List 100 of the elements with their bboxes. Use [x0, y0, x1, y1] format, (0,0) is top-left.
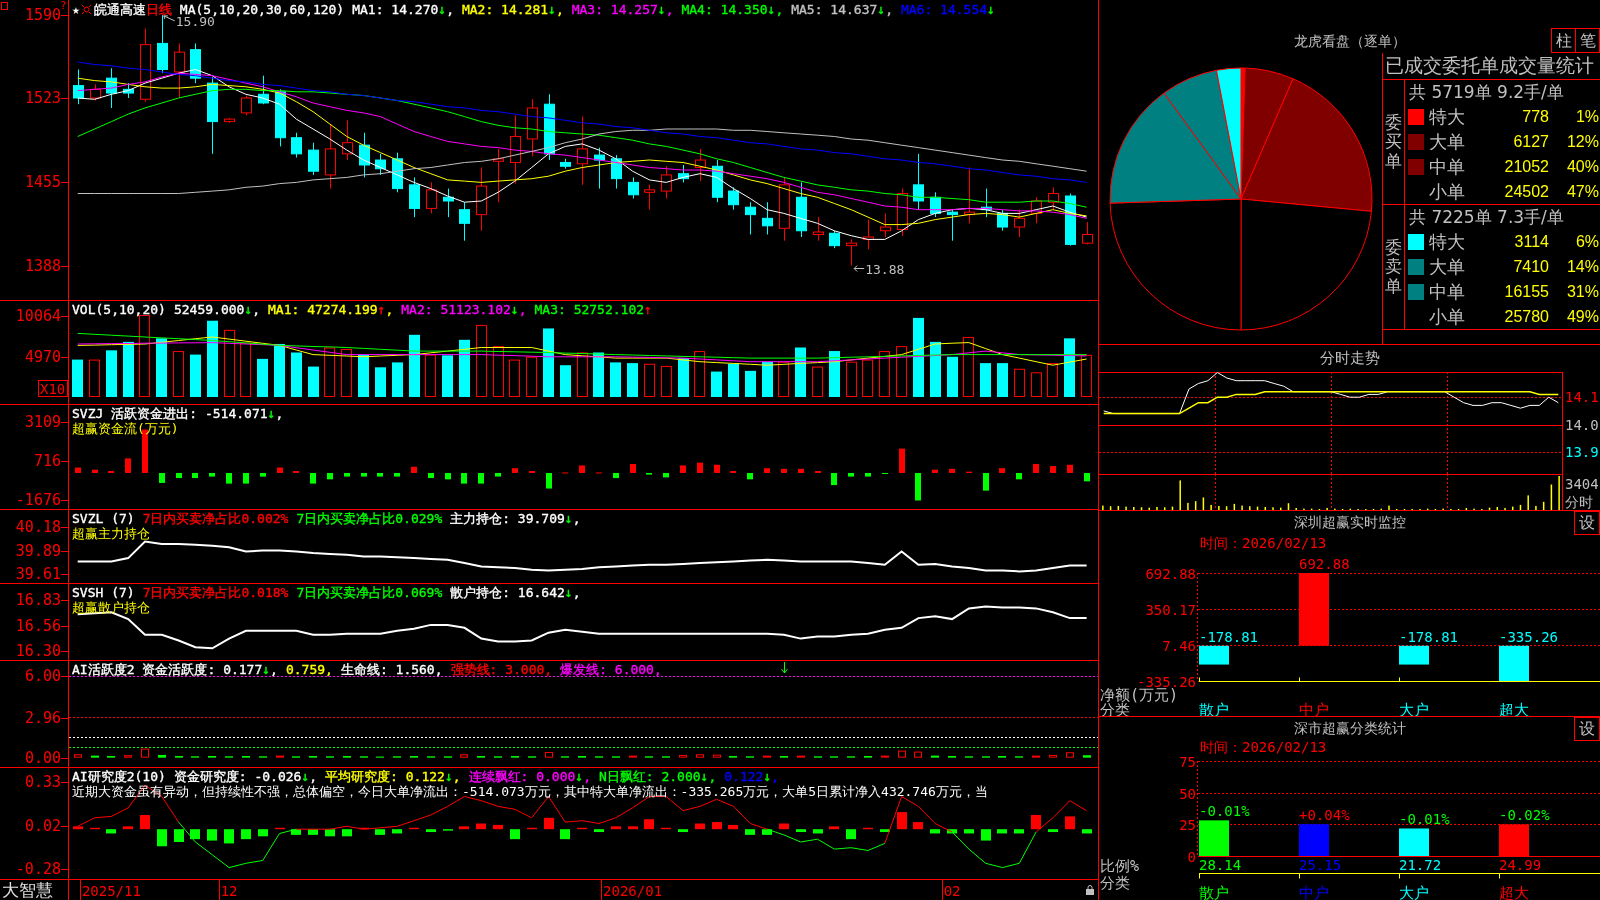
- order-share: 40%: [1565, 157, 1599, 176]
- legend-item: 资金活跃度: 0.177↓,: [142, 662, 278, 677]
- axis-label: 13.9: [1565, 444, 1599, 461]
- legend-item: AI研究度2(10): [72, 769, 166, 784]
- value-label: 25.15: [1299, 857, 1342, 873]
- side-label: 委买单: [1385, 112, 1402, 172]
- value-label: -178.81: [1199, 628, 1258, 645]
- axis-title: 分类: [1100, 874, 1130, 892]
- legend-item: MA1: 14.270↓,: [352, 2, 454, 17]
- legend-item: MA5: 14.637↓,: [791, 2, 893, 17]
- unit-label: X10: [38, 380, 68, 397]
- value-label: 692.88: [1299, 556, 1350, 572]
- order-share: 14%: [1565, 257, 1599, 276]
- axis-label: -1676: [15, 491, 61, 509]
- axis-label: 0.02: [24, 817, 61, 836]
- order-volume: 24502: [1503, 182, 1549, 201]
- legend-item: VOL(5,10,20): [72, 302, 166, 317]
- date-label: 02: [943, 883, 961, 899]
- order-share: 31%: [1565, 282, 1599, 301]
- question-mark: ?: [60, 0, 67, 12]
- value-label: -178.81: [1399, 628, 1458, 645]
- legend-item: 7日内买卖净占比0.069%: [296, 585, 443, 600]
- legend-item: 7日内买卖净占比0.002%: [142, 511, 289, 526]
- order-summary: 共 5719单 9.2手/单: [1408, 81, 1565, 104]
- axis-label: 40.18: [15, 517, 61, 536]
- legend-item: 连续飘红: 0.000↓,: [468, 769, 591, 784]
- order-share: 1%: [1574, 107, 1599, 126]
- category-label: 超大: [1499, 884, 1529, 900]
- side-label: 委卖单: [1385, 237, 1402, 297]
- axis-label: 0.33: [24, 773, 61, 792]
- legend-item: MA3: 52752.102↑: [534, 302, 652, 317]
- axis-label: 10064: [15, 307, 61, 325]
- panel-title: 龙虎看盘（逐单）: [1293, 32, 1406, 51]
- legend-item: N日飘红: 2.000↓,: [599, 769, 717, 784]
- legend-item: MA2: 14.281↓,: [461, 2, 564, 17]
- legend-item: 主力持仓: 39.709↓,: [450, 511, 581, 526]
- axis-label: 0.00: [24, 748, 61, 767]
- annotation: 13.88: [865, 261, 905, 277]
- axis-label: 25: [1179, 816, 1196, 833]
- legend-item: MA(5,10,20,30,60,120): [179, 2, 345, 17]
- value-label: 21.72: [1399, 857, 1442, 873]
- date-label: 2025/11: [81, 883, 141, 899]
- date-label: 2026/01: [603, 883, 663, 899]
- axis-label: 39.61: [15, 564, 61, 583]
- panel-title: 深市超赢分类统计: [1293, 720, 1406, 738]
- axis-label: 6.00: [24, 667, 61, 686]
- change-label: -0.02%: [1499, 807, 1550, 824]
- category-label: 中户: [1299, 884, 1329, 900]
- indicator-subtitle: 超赢资金流(万元): [72, 421, 179, 436]
- order-type: 中单: [1429, 154, 1466, 179]
- table-heading: 已成交委托单成交量统计: [1383, 53, 1600, 80]
- order-volume: 7410: [1512, 257, 1549, 276]
- change-label: -0.01%: [1399, 811, 1450, 828]
- legend-item: MA1: 47274.199↑,: [268, 302, 394, 317]
- axis-title: 比例%: [1100, 857, 1140, 875]
- order-type: 大单: [1429, 254, 1466, 279]
- axis-label: 14.1: [1565, 389, 1599, 406]
- axis-label: 716: [33, 452, 61, 471]
- axis-label: 350.17: [1145, 601, 1196, 618]
- order-type: 特大: [1429, 229, 1466, 254]
- legend-item: 资金研究度: -0.026↓,: [173, 769, 318, 784]
- legend-item: 爆发线: 6.000,: [560, 662, 662, 677]
- legend-item: 散户持仓: 16.642↓,: [450, 585, 581, 600]
- time-label: 时间：2026/02/13: [1200, 739, 1327, 757]
- order-share: 49%: [1565, 307, 1599, 326]
- panel-title: 深圳超赢实时监控: [1293, 514, 1406, 532]
- legend-item: SVZJ: [72, 406, 104, 421]
- star-mark: ★: [72, 2, 80, 17]
- legend-item: MA2: 51123.102↓,: [401, 302, 527, 317]
- legend-item: 活跃资金进出: -514.071↓,: [111, 406, 284, 421]
- time-label: 时间：2026/02/13: [1200, 535, 1327, 553]
- axis-label: 16.30: [15, 642, 61, 660]
- change-label: +0.04%: [1299, 807, 1350, 824]
- axis-caption: 分时: [1565, 494, 1593, 510]
- order-share: 12%: [1565, 132, 1599, 151]
- legend-item: SVSH (7): [72, 585, 135, 600]
- price-annotation: 13.88: [853, 261, 905, 277]
- brand-label: 大智慧: [2, 880, 53, 900]
- order-type: 中单: [1429, 279, 1466, 304]
- legend-item: MA3: 14.257↓,: [571, 2, 674, 17]
- axis-label: 1590: [24, 5, 61, 24]
- axis-label: 7.46: [1162, 637, 1196, 654]
- order-volume: 778: [1521, 107, 1549, 126]
- axis-label: 16.83: [15, 590, 61, 609]
- axis-label: 3109: [24, 413, 61, 432]
- axis-label: 692.88: [1145, 565, 1196, 582]
- order-type: 小单: [1429, 179, 1466, 204]
- order-volume: 21052: [1503, 157, 1549, 176]
- order-type: 小单: [1429, 304, 1466, 329]
- volume-peak-label: 3404: [1565, 476, 1599, 492]
- legend-item: SVZL (7): [72, 511, 135, 526]
- legend-item: 皖通高速: [93, 2, 146, 17]
- axis-label: 39.89: [15, 541, 61, 560]
- legend-item: 7日内买卖净占比0.029%: [296, 511, 443, 526]
- legend-item: AI活跃度2: [72, 662, 135, 677]
- axis-label: 14.0: [1565, 416, 1599, 433]
- legend-item: 52459.000↓,: [173, 302, 261, 317]
- indicator-subtitle: 超赢主力持仓: [72, 526, 150, 541]
- legend-item: 强势线: 3.000,: [450, 662, 553, 677]
- order-volume: 16155: [1503, 282, 1549, 301]
